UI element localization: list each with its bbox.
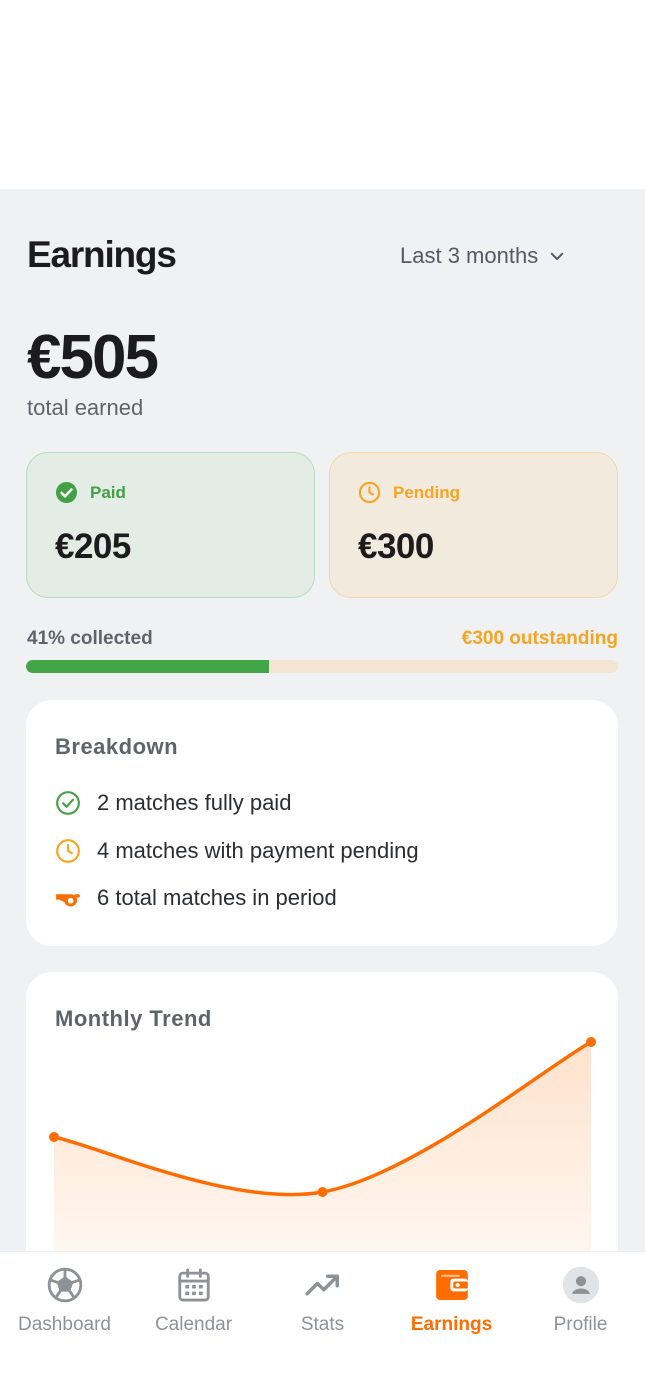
trend-up-icon <box>304 1274 339 1296</box>
nav-label: Calendar <box>154 1314 233 1335</box>
pending-amount: €300 <box>358 527 434 566</box>
whistle-icon <box>56 894 80 907</box>
breakdown-item-paid: 2 matches fully paid <box>55 790 291 816</box>
bottom-navigation: Dashboard Calendar Stats Earnings Profil… <box>0 1251 645 1400</box>
nav-item-profile[interactable]: Profile <box>516 1266 645 1336</box>
nav-item-calendar[interactable]: Calendar <box>129 1266 258 1336</box>
monthly-trend-card: Monthly Trend <box>26 972 618 1251</box>
nav-item-earnings[interactable]: Earnings <box>387 1266 516 1336</box>
nav-label: Stats <box>300 1314 345 1335</box>
collected-percent: 41% collected <box>27 628 153 649</box>
nav-item-dashboard[interactable]: Dashboard <box>0 1266 129 1336</box>
breakdown-item-total: 6 total matches in period <box>55 885 337 911</box>
paid-label: Paid <box>90 482 126 502</box>
nav-item-stats[interactable]: Stats <box>258 1266 387 1336</box>
collection-progress-fill <box>26 660 269 673</box>
breakdown-title: Breakdown <box>55 734 179 759</box>
avatar-icon <box>562 1266 599 1304</box>
status-area <box>0 0 645 189</box>
pending-label: Pending <box>393 482 461 502</box>
trend-point-0[interactable] <box>49 1132 59 1142</box>
clock-icon <box>56 839 80 863</box>
collection-progress-bar <box>26 660 618 673</box>
breakdown-item-label: 6 total matches in period <box>97 885 337 910</box>
earnings-screen: Earnings Last 3 months €505 total earned… <box>0 189 645 1251</box>
breakdown-item-pending: 4 matches with payment pending <box>55 838 419 864</box>
paid-amount: €205 <box>55 527 131 566</box>
paid-card[interactable]: Paid €205 <box>26 452 315 598</box>
check-circle-icon <box>55 481 78 504</box>
total-earned-amount: €505 <box>27 323 159 392</box>
breakdown-item-label: 4 matches with payment pending <box>97 838 419 863</box>
trend-point-1[interactable] <box>317 1187 328 1197</box>
breakdown-item-label: 2 matches fully paid <box>97 790 292 815</box>
period-selector[interactable]: Last 3 months <box>400 241 566 271</box>
total-earned-label: total earned <box>27 395 144 420</box>
clock-icon <box>358 481 381 504</box>
nav-label: Profile <box>553 1314 608 1335</box>
breakdown-card: Breakdown 2 matches fully paid 4 matches… <box>26 700 618 946</box>
check-circle-icon <box>56 791 80 815</box>
soccer-ball-icon <box>47 1267 82 1303</box>
wallet-icon <box>435 1269 468 1301</box>
monthly-trend-chart <box>49 1037 596 1251</box>
period-label: Last 3 months <box>400 243 539 268</box>
nav-label: Dashboard <box>18 1314 111 1335</box>
outstanding-amount: €300 outstanding <box>461 628 618 649</box>
page-title: Earnings <box>27 234 177 275</box>
trend-area <box>54 1042 591 1251</box>
chevron-down-icon <box>550 252 564 260</box>
pending-card[interactable]: Pending €300 <box>329 452 618 598</box>
trend-point-2[interactable] <box>586 1037 596 1047</box>
nav-label: Earnings <box>410 1314 493 1335</box>
calendar-icon <box>177 1268 210 1302</box>
